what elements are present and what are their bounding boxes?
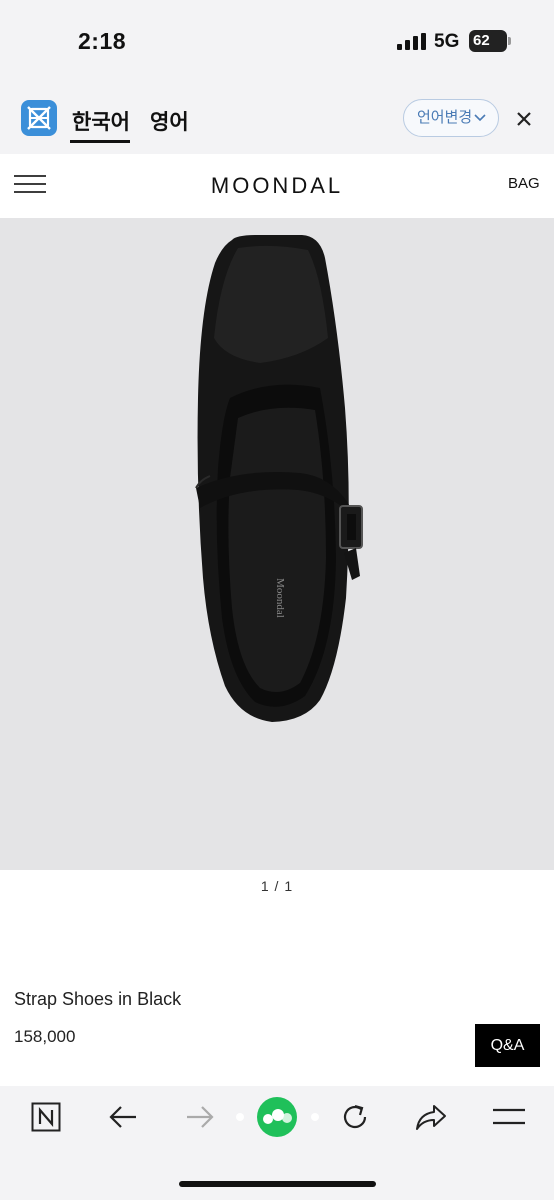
status-time: 2:18 xyxy=(78,28,127,54)
naver-n-icon[interactable] xyxy=(31,1102,61,1132)
insole-brand: Moondal xyxy=(274,578,286,618)
change-language-label: 언어변경 xyxy=(417,109,473,126)
description-peek xyxy=(14,1078,464,1086)
product-name: Strap Shoes in Black xyxy=(14,989,182,1009)
home-indicator xyxy=(179,1181,376,1187)
qa-button[interactable]: Q&A xyxy=(475,1024,540,1067)
forward-arrow-icon[interactable] xyxy=(185,1104,215,1130)
image-counter: 1 / 1 xyxy=(260,878,294,894)
battery-level: 62 xyxy=(473,32,490,49)
battery-icon: 62 xyxy=(469,30,511,52)
share-icon[interactable] xyxy=(414,1102,448,1132)
network-label: 5G xyxy=(434,31,460,52)
active-tab-underline xyxy=(70,140,130,143)
back-arrow-icon[interactable] xyxy=(108,1104,138,1130)
bag-link[interactable]: BAG xyxy=(508,175,540,192)
product-price: 158,000 xyxy=(14,1027,76,1046)
translate-logo-icon xyxy=(21,100,57,136)
site-header: MOONDAL BAG xyxy=(0,154,554,218)
close-icon[interactable] xyxy=(514,109,534,129)
translate-bar: 한국어 영어 언어변경 xyxy=(0,84,554,154)
status-bar: 2:18 5G 62 xyxy=(0,0,554,84)
green-dot-icon[interactable] xyxy=(232,1096,324,1138)
reload-icon[interactable] xyxy=(339,1101,371,1133)
tab-korean[interactable]: 한국어 xyxy=(72,106,130,136)
product-image[interactable]: Moondal xyxy=(0,218,554,870)
signal-icon xyxy=(397,33,426,50)
menu-icon[interactable] xyxy=(493,1106,525,1128)
tab-english[interactable]: 영어 xyxy=(150,106,189,136)
shoe-image: Moondal xyxy=(195,235,363,722)
change-language-button[interactable]: 언어변경 xyxy=(403,99,499,137)
brand-logo[interactable]: MOONDAL xyxy=(0,173,554,199)
chevron-down-icon xyxy=(474,114,486,122)
